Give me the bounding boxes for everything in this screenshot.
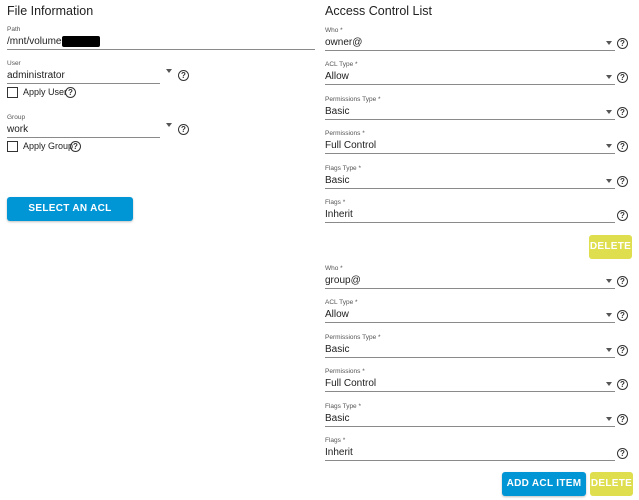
who-label: Who *	[325, 265, 343, 272]
user-underline	[7, 83, 160, 84]
acl-type-select[interactable]: ACL Type * Allow	[325, 299, 615, 323]
user-label: User	[7, 60, 21, 67]
permissions-value: Full Control	[325, 140, 377, 151]
flags-select[interactable]: Flags * Inherit	[325, 437, 615, 461]
acl-type-value: Allow	[325, 71, 349, 82]
flags-type-select[interactable]: Flags Type * Basic	[325, 165, 615, 189]
file-information-title: File Information	[7, 4, 94, 18]
chevron-down-icon	[606, 179, 612, 183]
chevron-down-icon	[606, 313, 612, 317]
flags-type-underline	[325, 426, 615, 427]
path-label: Path	[7, 26, 21, 33]
path-field[interactable]: Path /mnt/volume0/	[7, 26, 315, 50]
flags-type-underline	[325, 188, 615, 189]
chevron-down-icon	[166, 123, 172, 127]
who-value: owner@	[325, 37, 363, 48]
add-acl-item-button[interactable]: ADD ACL ITEM	[502, 472, 586, 496]
permissions-underline	[325, 153, 615, 154]
flags-label: Flags *	[325, 437, 346, 444]
acl-type-label: ACL Type *	[325, 61, 358, 68]
permissions-type-label: Permissions Type *	[325, 334, 381, 341]
user-select[interactable]: User administrator	[7, 60, 172, 84]
apply-group-label: Apply Group	[23, 141, 74, 151]
help-circle-icon[interactable]: ?	[178, 124, 189, 135]
help-circle-icon[interactable]: ?	[617, 414, 628, 425]
help-circle-icon[interactable]: ?	[178, 70, 189, 81]
select-acl-preset-button[interactable]: SELECT AN ACL PRESET	[7, 197, 133, 238]
flags-type-label: Flags Type *	[325, 165, 362, 172]
help-circle-icon[interactable]: ?	[617, 276, 628, 287]
permissions-value: Full Control	[325, 378, 377, 389]
path-redaction	[62, 36, 100, 47]
chevron-down-icon	[606, 348, 612, 352]
flags-value: Inherit	[325, 209, 353, 220]
checkbox-unchecked-icon[interactable]	[7, 141, 18, 152]
flags-type-value: Basic	[325, 175, 350, 186]
user-value: administrator	[7, 70, 65, 81]
who-value: group@	[325, 275, 361, 286]
help-circle-icon[interactable]: ?	[70, 141, 81, 152]
who-label: Who *	[325, 27, 343, 34]
help-circle-icon[interactable]: ?	[617, 38, 628, 49]
who-select[interactable]: Who * group@	[325, 265, 615, 289]
path-underline	[7, 49, 315, 50]
chevron-down-icon	[606, 75, 612, 79]
help-circle-icon[interactable]: ?	[617, 72, 628, 83]
help-circle-icon[interactable]: ?	[617, 345, 628, 356]
flags-label: Flags *	[325, 199, 346, 206]
acl-type-label: ACL Type *	[325, 299, 358, 306]
help-circle-icon[interactable]: ?	[617, 310, 628, 321]
who-underline	[325, 288, 615, 289]
acl-type-select[interactable]: ACL Type * Allow	[325, 61, 615, 85]
help-circle-icon[interactable]: ?	[617, 141, 628, 152]
chevron-down-icon	[606, 417, 612, 421]
group-value: work	[7, 124, 29, 135]
who-select[interactable]: Who * owner@	[325, 27, 615, 51]
path-value: /mnt/volume0/	[7, 36, 70, 47]
permissions-underline	[325, 391, 615, 392]
flags-type-value: Basic	[325, 413, 350, 424]
flags-select[interactable]: Flags * Inherit	[325, 199, 615, 223]
permissions-label: Permissions *	[325, 368, 365, 375]
help-circle-icon[interactable]: ?	[617, 107, 628, 118]
permissions-select[interactable]: Permissions * Full Control	[325, 368, 615, 392]
permissions-type-value: Basic	[325, 344, 350, 355]
help-circle-icon[interactable]: ?	[617, 210, 628, 221]
permissions-select[interactable]: Permissions * Full Control	[325, 130, 615, 154]
permissions-type-select[interactable]: Permissions Type * Basic	[325, 334, 615, 358]
permissions-type-underline	[325, 119, 615, 120]
permissions-type-select[interactable]: Permissions Type * Basic	[325, 96, 615, 120]
chevron-down-icon	[606, 279, 612, 283]
who-underline	[325, 50, 615, 51]
chevron-down-icon	[606, 382, 612, 386]
help-circle-icon[interactable]: ?	[617, 176, 628, 187]
flags-type-select[interactable]: Flags Type * Basic	[325, 403, 615, 427]
permissions-type-label: Permissions Type *	[325, 96, 381, 103]
permissions-type-value: Basic	[325, 106, 350, 117]
flags-underline	[325, 460, 615, 461]
group-label: Group	[7, 114, 26, 121]
permissions-label: Permissions *	[325, 130, 365, 137]
help-circle-icon[interactable]: ?	[65, 87, 76, 98]
delete-button[interactable]: DELETE	[590, 472, 633, 496]
flags-type-label: Flags Type *	[325, 403, 362, 410]
flags-value: Inherit	[325, 447, 353, 458]
group-select[interactable]: Group work	[7, 114, 172, 138]
help-circle-icon[interactable]: ?	[617, 379, 628, 390]
chevron-down-icon	[606, 110, 612, 114]
chevron-down-icon	[166, 69, 172, 73]
permissions-type-underline	[325, 357, 615, 358]
flags-underline	[325, 222, 615, 223]
access-control-list-title: Access Control List	[325, 4, 432, 18]
checkbox-unchecked-icon[interactable]	[7, 87, 18, 98]
delete-button[interactable]: DELETE	[589, 235, 632, 259]
group-underline	[7, 137, 160, 138]
help-circle-icon[interactable]: ?	[617, 448, 628, 459]
acl-type-value: Allow	[325, 309, 349, 320]
chevron-down-icon	[606, 41, 612, 45]
acl-type-underline	[325, 322, 615, 323]
chevron-down-icon	[606, 144, 612, 148]
acl-type-underline	[325, 84, 615, 85]
apply-user-label: Apply User	[23, 87, 68, 97]
